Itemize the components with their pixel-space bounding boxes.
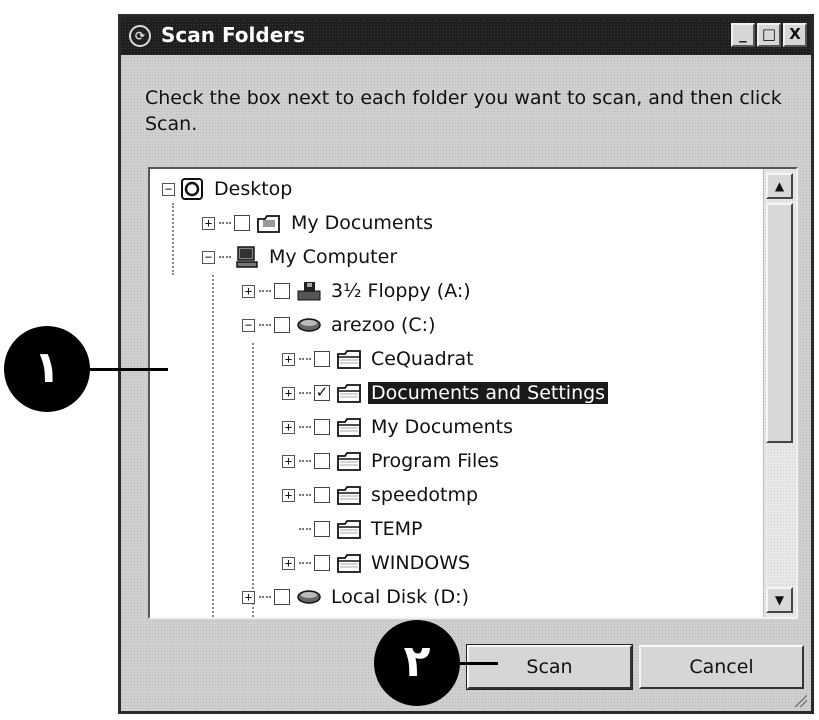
folder-checkbox[interactable] <box>314 521 330 537</box>
tree-connector <box>299 494 311 496</box>
tree-item[interactable]: + Program Files <box>282 444 502 478</box>
folder-icon <box>336 381 362 405</box>
cancel-button[interactable]: Cancel <box>639 645 804 689</box>
tree-item[interactable]: + Local Disk (D:) <box>242 580 472 614</box>
scroll-down-button[interactable]: ▼ <box>766 587 793 613</box>
tree-connector <box>299 528 311 530</box>
tree-item-label: arezoo (C:) <box>331 314 436 336</box>
expand-icon[interactable]: + <box>282 420 295 434</box>
tree-item[interactable]: − My Computer <box>202 240 400 274</box>
tree-item[interactable]: + My Documents <box>282 410 516 444</box>
floppy-drive-icon <box>296 279 322 303</box>
computer-icon <box>234 245 260 269</box>
folder-checkbox[interactable] <box>274 317 290 333</box>
tree-item-label: WINDOWS <box>371 552 471 574</box>
expand-icon[interactable]: + <box>282 454 295 468</box>
tree-item-label: My Computer <box>269 246 398 268</box>
tree-connector <box>299 358 311 360</box>
tree-item[interactable]: − Desktop <box>162 172 295 206</box>
expand-icon[interactable]: + <box>282 352 295 366</box>
folder-checkbox[interactable] <box>314 555 330 571</box>
folder-checkbox[interactable] <box>314 453 330 469</box>
tree-connector <box>259 596 271 598</box>
tree-connector <box>299 562 311 564</box>
folder-icon <box>336 449 362 473</box>
tree-connector <box>252 343 254 617</box>
vertical-scrollbar[interactable]: ▲ ▼ <box>763 169 796 617</box>
folder-icon <box>336 483 362 507</box>
folder-icon <box>336 415 362 439</box>
folder-checkbox[interactable]: ✓ <box>314 385 330 401</box>
tree-connector <box>299 460 311 462</box>
expand-icon[interactable]: + <box>282 488 295 502</box>
folder-checkbox[interactable] <box>234 215 250 231</box>
tree-connector <box>259 290 271 292</box>
folder-checkbox[interactable] <box>314 351 330 367</box>
step-one-callout: ١ <box>4 326 90 412</box>
step-two-callout: ٢ <box>374 620 460 706</box>
tree-connector <box>212 275 214 617</box>
expand-icon[interactable]: + <box>282 386 295 400</box>
tree-item[interactable]: + ✓ Documents and Settings <box>282 376 609 410</box>
tree-item-label: Desktop <box>214 178 293 200</box>
title-bar[interactable]: ⟳ Scan Folders _ □ X <box>121 17 811 55</box>
folder-tree[interactable]: − Desktop + My Documents − My Computer +3½ Flo… <box>148 167 798 619</box>
collapse-icon[interactable]: − <box>162 182 175 196</box>
desktop-icon <box>179 177 205 201</box>
tree-item[interactable]: +3½ Floppy (A:) <box>242 274 474 308</box>
expand-icon[interactable]: + <box>242 590 255 604</box>
tree-item-label: speedotmp <box>371 484 479 506</box>
tree-item-label: My Documents <box>291 212 434 234</box>
maximize-button[interactable]: □ <box>757 23 781 47</box>
tree-item[interactable]: + My Documents <box>202 206 436 240</box>
tree-connector <box>219 222 231 224</box>
tree-item-label: TEMP <box>371 518 423 540</box>
close-button[interactable]: X <box>783 23 807 47</box>
tree-item-label: Documents and Settings <box>368 382 609 404</box>
callout-pointer-line <box>88 368 168 371</box>
hard-drive-icon <box>296 585 322 609</box>
folder-icon <box>336 551 362 575</box>
scroll-thumb[interactable] <box>766 203 793 443</box>
tree-item[interactable]: TEMP <box>282 512 425 546</box>
scan-folders-dialog: ⟳ Scan Folders _ □ X Check the box next … <box>118 14 814 714</box>
tree-item-label: 3½ Floppy (A:) <box>331 280 471 302</box>
resize-grip-icon[interactable] <box>793 693 807 707</box>
tree-item[interactable]: − arezoo (C:) <box>242 308 438 342</box>
expand-icon[interactable]: + <box>282 556 295 570</box>
callout-pointer-line <box>458 662 498 665</box>
collapse-icon[interactable]: − <box>242 318 255 332</box>
instruction-text: Check the box next to each folder you wa… <box>145 87 782 135</box>
folder-checkbox[interactable] <box>314 419 330 435</box>
expand-icon[interactable]: + <box>242 284 255 298</box>
scroll-up-button[interactable]: ▲ <box>766 173 793 199</box>
tree-item-label: Local Disk (D:) <box>331 586 469 608</box>
tree-item-label: Program Files <box>371 450 499 472</box>
tree-connector <box>172 203 174 275</box>
documents-folder-icon <box>256 211 282 235</box>
tree-item[interactable]: + WINDOWS <box>282 546 473 580</box>
tree-connector <box>219 256 231 258</box>
folder-checkbox[interactable] <box>314 487 330 503</box>
tree-content: − Desktop + My Documents − My Computer +3½ Flo… <box>150 169 762 617</box>
tree-connector <box>299 426 311 428</box>
folder-checkbox[interactable] <box>274 283 290 299</box>
hard-drive-icon <box>296 313 322 337</box>
tree-item-label: My Documents <box>371 416 514 438</box>
expand-icon[interactable]: + <box>202 216 215 230</box>
tree-connector <box>299 392 311 394</box>
collapse-icon[interactable]: − <box>202 250 215 264</box>
tree-item[interactable]: + CeQuadrat <box>282 342 477 376</box>
folder-icon <box>336 517 362 541</box>
scan-button[interactable]: Scan <box>466 644 633 690</box>
minimize-button[interactable]: _ <box>731 23 755 47</box>
tree-item-label: CeQuadrat <box>371 348 474 370</box>
window-title: Scan Folders <box>161 23 306 47</box>
scan-app-icon: ⟳ <box>129 25 151 47</box>
tree-item[interactable]: + speedotmp <box>282 478 481 512</box>
folder-icon <box>336 347 362 371</box>
tree-connector <box>259 324 271 326</box>
folder-checkbox[interactable] <box>274 589 290 605</box>
